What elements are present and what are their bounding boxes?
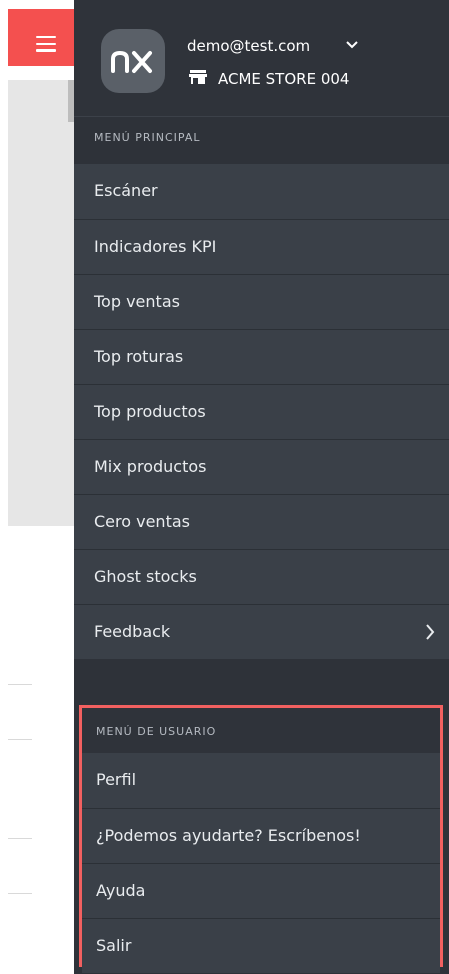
main-menu: Escáner Indicadores KPI Top ventas Top r… [74,164,449,659]
top-app-bar [8,9,74,66]
user-menu: Perfil ¿Podemos ayudarte? Escríbenos! Ay… [82,753,440,973]
hamburger-menu-icon[interactable] [36,36,56,52]
menu-item-label: Escáner [94,181,158,200]
menu-item-label: Top ventas [94,292,180,311]
background-panel [8,80,74,526]
menu-item-escaner[interactable]: Escáner [74,164,449,219]
menu-item-mix-productos[interactable]: Mix productos [74,439,449,494]
menu-item-feedback[interactable]: Feedback [74,604,449,659]
user-menu-highlight: MENÚ DE USUARIO Perfil ¿Podemos ayudarte… [79,705,443,973]
drawer-header: demo@test.com ACME STORE 004 [74,0,449,116]
menu-item-indicadores-kpi[interactable]: Indicadores KPI [74,219,449,274]
menu-item-label: ¿Podemos ayudarte? Escríbenos! [96,826,361,845]
menu-item-label: Top productos [94,402,206,421]
background-divider [8,838,32,839]
menu-item-label: Top roturas [94,347,184,366]
menu-item-label: Salir [96,936,132,955]
menu-item-perfil[interactable]: Perfil [82,753,440,808]
store-icon [189,70,207,84]
menu-item-contact-us[interactable]: ¿Podemos ayudarte? Escríbenos! [82,808,440,863]
menu-item-label: Cero ventas [94,512,190,531]
background-divider [8,739,32,740]
menu-item-label: Mix productos [94,457,207,476]
app-logo [101,29,165,93]
background-divider [8,684,32,685]
store-name: ACME STORE 004 [218,70,350,88]
main-menu-title: MENÚ PRINCIPAL [94,131,201,144]
menu-item-label: Feedback [94,622,171,641]
background-app [0,0,74,974]
menu-item-salir[interactable]: Salir [82,918,440,973]
navigation-drawer: demo@test.com ACME STORE 004 MENÚ PRINCI… [74,0,449,974]
menu-item-label: Ayuda [96,881,146,900]
menu-item-ghost-stocks[interactable]: Ghost stocks [74,549,449,604]
menu-item-ayuda[interactable]: Ayuda [82,863,440,918]
account-email[interactable]: demo@test.com [187,37,310,55]
menu-item-cero-ventas[interactable]: Cero ventas [74,494,449,549]
menu-item-label: Perfil [96,770,137,789]
menu-item-top-ventas[interactable]: Top ventas [74,274,449,329]
user-menu-title: MENÚ DE USUARIO [96,725,217,738]
chevron-right-icon [426,624,435,640]
menu-item-top-roturas[interactable]: Top roturas [74,329,449,384]
menu-item-top-productos[interactable]: Top productos [74,384,449,439]
background-divider [8,893,32,894]
menu-item-label: Ghost stocks [94,567,197,586]
header-divider [74,116,449,117]
menu-item-label: Indicadores KPI [94,237,217,256]
chevron-down-icon[interactable] [346,41,358,49]
nx-logo-icon [111,50,152,73]
